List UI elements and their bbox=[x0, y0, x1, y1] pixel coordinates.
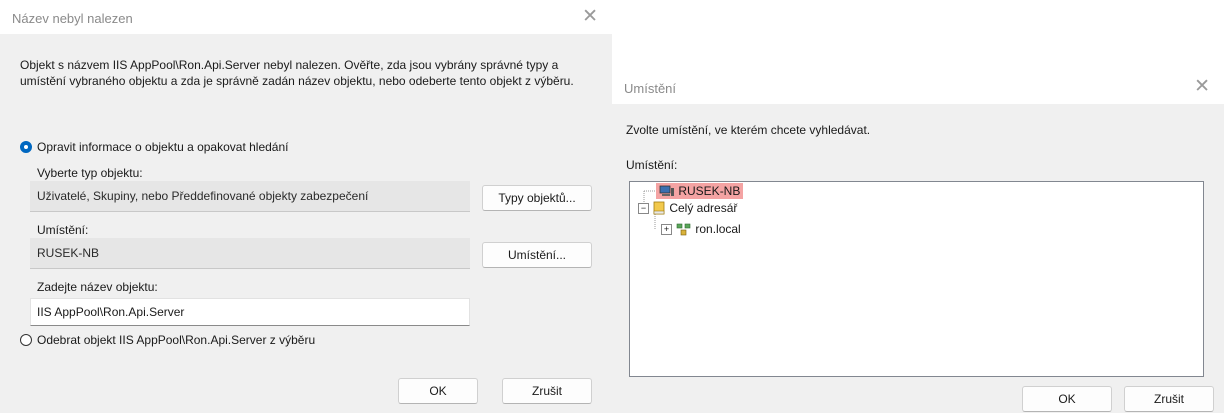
expand-icon[interactable]: + bbox=[661, 224, 672, 235]
location-button[interactable]: Umístění... bbox=[482, 242, 592, 268]
radio-fix-label: Opravit informace o objektu a opakovat h… bbox=[37, 140, 289, 154]
ok-button[interactable]: OK bbox=[398, 378, 478, 404]
close-icon[interactable]: ✕ bbox=[1194, 77, 1210, 96]
object-type-field: Uživatelé, Skupiny, nebo Předdefinované … bbox=[30, 181, 470, 212]
object-name-label: Zadejte název objektu: bbox=[37, 280, 158, 294]
radio-fix-object[interactable] bbox=[20, 141, 32, 153]
tree-item-label: RUSEK-NB bbox=[678, 184, 741, 198]
dialog-title: Název nebyl nalezen bbox=[12, 11, 133, 26]
tree-item-label: Celý adresář bbox=[669, 201, 738, 215]
object-name-input[interactable]: IIS AppPool\Ron.Api.Server bbox=[30, 298, 470, 326]
cancel-button[interactable]: Zrušit bbox=[1124, 386, 1214, 412]
radio-remove-label: Odebrat objekt IIS AppPool\Ron.Api.Serve… bbox=[37, 333, 316, 347]
tree-item-computer[interactable]: RUSEK-NB bbox=[656, 183, 744, 199]
message-text: Objekt s názvem IIS AppPool\Ron.Api.Serv… bbox=[20, 58, 574, 88]
tree-item-domain[interactable]: ron.local bbox=[676, 222, 741, 236]
instruction-text: Zvolte umístění, ve kterém chcete vyhled… bbox=[626, 123, 871, 137]
book-icon bbox=[653, 201, 665, 215]
tree-item-directory[interactable]: Celý adresář bbox=[652, 201, 737, 215]
name-not-found-dialog: Název nebyl nalezen ✕ Objekt s názvem II… bbox=[0, 0, 612, 413]
computer-icon bbox=[659, 185, 674, 196]
object-types-button[interactable]: Typy objektů... bbox=[482, 185, 592, 211]
domain-icon bbox=[676, 223, 691, 236]
tree-label: Umístění: bbox=[626, 158, 678, 172]
object-type-label: Vyberte typ objektu: bbox=[37, 166, 143, 180]
close-icon[interactable]: ✕ bbox=[582, 7, 598, 26]
dialog-title: Umístění bbox=[624, 81, 677, 96]
location-dialog: Umístění ✕ Zvolte umístění, ve kterém ch… bbox=[612, 70, 1224, 413]
radio-remove-object[interactable] bbox=[20, 334, 32, 346]
collapse-icon[interactable]: − bbox=[638, 203, 649, 214]
location-field: RUSEK-NB bbox=[30, 238, 470, 269]
ok-button[interactable]: OK bbox=[1022, 386, 1112, 412]
title-bar: Umístění ✕ bbox=[612, 70, 1224, 104]
tree-item-label: ron.local bbox=[695, 222, 741, 236]
location-tree[interactable]: RUSEK-NB − Celý adresář + ron.local bbox=[629, 181, 1204, 377]
title-bar: Název nebyl nalezen ✕ bbox=[0, 0, 612, 34]
cancel-button[interactable]: Zrušit bbox=[502, 378, 592, 404]
location-label: Umístění: bbox=[37, 223, 89, 237]
